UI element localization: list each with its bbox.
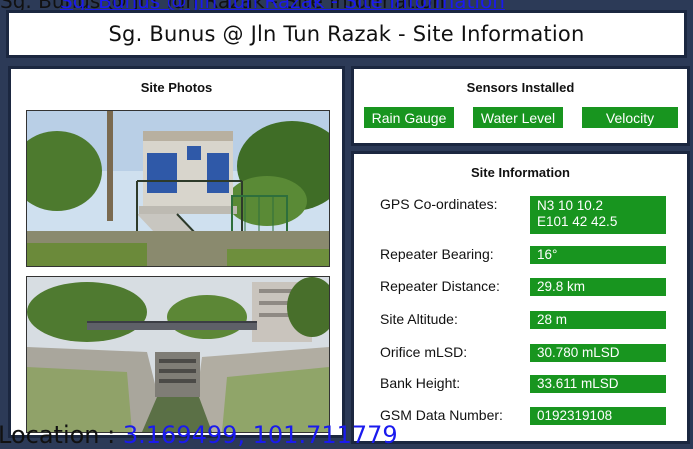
site-information-panel: Site Information GPS Co-ordinates: N3 10… — [351, 151, 690, 444]
sensors-installed-panel: Sensors Installed Rain Gauge Water Level… — [351, 66, 690, 146]
gps-label: GPS Co-ordinates: — [380, 196, 498, 212]
sensor-rain-gauge[interactable]: Rain Gauge — [364, 107, 454, 128]
sensors-heading: Sensors Installed — [466, 80, 575, 95]
location-coordinates-link[interactable]: 3.169499, 101.711779 — [123, 423, 398, 449]
info-label: Repeater Bearing: — [380, 246, 494, 262]
page-title-bar: Sg. Bunus @ Jln Tun Razak - Site Informa… — [6, 10, 687, 58]
sensor-water-level[interactable]: Water Level — [473, 107, 563, 128]
info-value: 33.611 mLSD — [530, 375, 666, 393]
location-prefix: Location : — [0, 423, 123, 449]
gps-value: N3 10 10.2 E101 42 42.5 — [530, 196, 666, 234]
page-title: Sg. Bunus @ Jln Tun Razak - Site Informa… — [108, 22, 585, 46]
gps-east: E101 42 42.5 — [537, 214, 618, 229]
site-photo-channel[interactable] — [26, 276, 330, 433]
site-photos-panel: Site Photos — [8, 66, 345, 438]
sensor-list: Rain Gauge Water Level Velocity — [364, 107, 686, 129]
info-label: Site Altitude: — [380, 311, 458, 327]
info-label: Bank Height: — [380, 375, 461, 391]
channel-photo-image — [27, 277, 329, 432]
station-photo-image — [27, 111, 329, 266]
top-link-fragment[interactable]: Sg. Bunus @ Jln Tun Razak - Site Informa… — [60, 0, 505, 10]
site-photos-heading: Site Photos — [140, 80, 213, 95]
sensor-velocity[interactable]: Velocity — [582, 107, 678, 128]
info-value: 0192319108 — [530, 407, 666, 425]
info-value: 29.8 km — [530, 278, 666, 296]
top-overlap-text: Sg. Bunus @ Jln Tun Razak - Site Informa… — [0, 0, 693, 10]
gps-north: N3 10 10.2 — [537, 198, 604, 213]
info-value: 28 m — [530, 311, 666, 329]
info-label: GSM Data Number: — [380, 407, 503, 423]
site-photo-station[interactable] — [26, 110, 330, 267]
location-line: Location : 3.169499, 101.711779 — [0, 423, 398, 449]
info-label: Repeater Distance: — [380, 278, 500, 294]
site-info-heading: Site Information — [471, 165, 570, 180]
info-label: Orifice mLSD: — [380, 344, 468, 360]
info-value: 16° — [530, 246, 666, 264]
info-value: 30.780 mLSD — [530, 344, 666, 362]
